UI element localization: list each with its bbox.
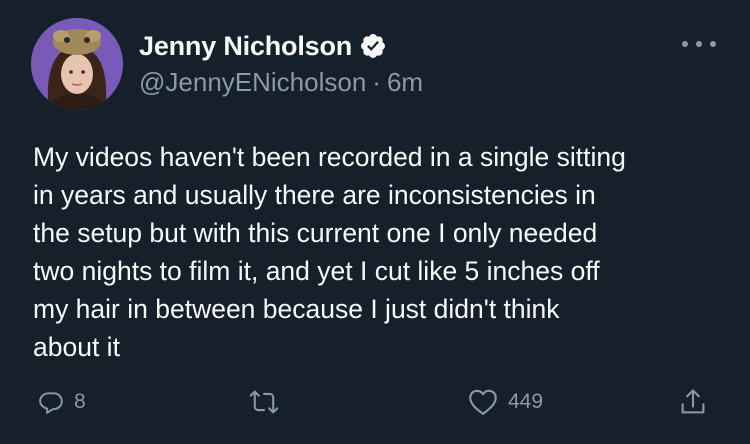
verified-badge-icon <box>359 32 387 60</box>
share-icon <box>679 387 707 417</box>
action-bar: 8 449 <box>0 382 750 422</box>
reply-button[interactable]: 8 <box>38 382 86 422</box>
separator-dot: · <box>372 67 381 97</box>
retweet-icon <box>249 389 279 415</box>
reply-icon <box>38 389 64 415</box>
tweet-card[interactable]: Jenny Nicholson @JennyENicholson · 6m My… <box>0 0 750 444</box>
share-button[interactable] <box>679 382 707 422</box>
author-name-row[interactable]: Jenny Nicholson <box>139 29 387 63</box>
author-handle[interactable]: @JennyENicholson <box>139 67 366 98</box>
tweet-timestamp[interactable]: 6m <box>387 67 423 98</box>
avatar[interactable] <box>31 18 123 110</box>
reply-count: 8 <box>74 390 86 413</box>
more-options-icon[interactable] <box>682 38 716 50</box>
tweet-text: My videos haven't been recorded in a sin… <box>33 142 626 362</box>
like-button[interactable]: 449 <box>468 382 543 422</box>
display-name[interactable]: Jenny Nicholson <box>139 31 352 62</box>
like-count: 449 <box>508 390 544 413</box>
avatar-image <box>31 18 123 110</box>
handle-row: @JennyENicholson · 6m <box>139 67 423 98</box>
heart-icon <box>468 388 498 416</box>
retweet-button[interactable] <box>249 382 289 422</box>
